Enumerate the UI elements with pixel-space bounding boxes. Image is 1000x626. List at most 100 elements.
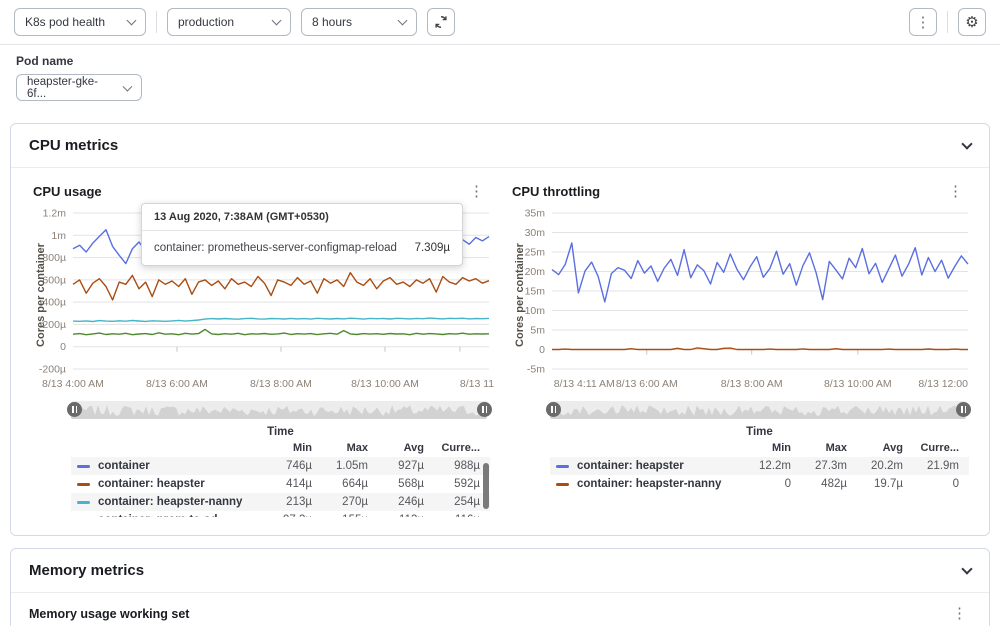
tooltip-timestamp: 13 Aug 2020, 7:38AM (GMT+0530) <box>142 204 462 231</box>
x-axis-tick-label: 8/13 6:00 AM <box>146 378 208 390</box>
x-axis-tick-label: 8/13 11:5 <box>460 378 495 390</box>
brush-handle-right[interactable] <box>956 402 971 417</box>
series-line <box>552 348 968 350</box>
cpu-throttling-menu-button[interactable]: ⋮ <box>944 184 967 199</box>
legend-rows: container746µ1.05m927µ988µcontainer: hea… <box>71 457 490 517</box>
legend-row[interactable]: container: heapster-nanny0482µ19.7µ0 <box>550 475 969 493</box>
brush-handle-right[interactable] <box>477 402 492 417</box>
cpu-usage-block: CPU usage ⋮ Cores per container 1.2m1m80… <box>21 176 500 523</box>
y-axis-tick-label: 35m <box>525 208 546 220</box>
series-color-swatch <box>556 483 569 486</box>
legend-column-headers: MinMaxAvgCurre... <box>71 440 490 457</box>
series-line <box>73 318 489 321</box>
chevron-down-icon <box>123 81 133 91</box>
collapse-chevron-icon[interactable] <box>961 138 972 149</box>
legend-row[interactable]: container: heapster12.2m27.3m20.2m21.9m <box>550 457 969 475</box>
x-axis-tick-label: 8/13 10:00 AM <box>351 378 419 390</box>
dashboard-select-value: K8s pod health <box>25 15 105 29</box>
pod-filter-block: Pod name heapster-gke-6f... <box>0 45 1000 111</box>
y-axis-tick-label: 10m <box>525 305 546 317</box>
refresh-icon <box>434 15 448 29</box>
legend-stat-value: 246µ <box>368 496 424 508</box>
legend-row[interactable]: container: prom-to-sd97.3µ155µ113µ116µ <box>71 511 490 517</box>
x-axis-tick-label: 8/13 4:11 AM <box>554 378 615 390</box>
legend-stat-value: 664µ <box>312 478 368 490</box>
legend-stat-value: 12.2m <box>735 460 791 472</box>
legend-row[interactable]: container746µ1.05m927µ988µ <box>71 457 490 475</box>
legend-series-name: container: heapster-nanny <box>556 478 735 490</box>
legend-time-label: Time <box>550 423 969 440</box>
environment-select-value: production <box>178 15 234 29</box>
cpu-throttling-title: CPU throttling <box>512 184 600 199</box>
y-axis-tick-label: 30m <box>525 227 546 239</box>
series-color-swatch <box>77 465 90 468</box>
legend-column-header: Max <box>312 442 368 454</box>
x-axis-tick-label: 8/13 8:00 AM <box>721 378 783 390</box>
brush-handle-left[interactable] <box>546 402 561 417</box>
x-axis-tick-label: 8/13 12:00 <box>918 378 968 390</box>
cpu-throttling-time-brush[interactable] <box>550 401 967 419</box>
legend-column-header: Avg <box>368 442 424 454</box>
legend-stat-value: 0 <box>903 478 959 490</box>
memory-usage-title: Memory usage working set <box>29 607 189 621</box>
y-axis-tick-label: 25m <box>525 247 546 259</box>
time-range-select[interactable]: 8 hours <box>301 8 417 36</box>
legend-series-name: container: prom-to-sd <box>77 514 256 517</box>
environment-select[interactable]: production <box>167 8 291 36</box>
legend-stat-value: 19.7µ <box>847 478 903 490</box>
legend-stat-value: 27.3m <box>791 460 847 472</box>
legend-row[interactable]: container: heapster-nanny213µ270µ246µ254… <box>71 493 490 511</box>
brush-waveform <box>71 401 487 419</box>
options-menu-button[interactable]: ⋮ <box>909 8 937 36</box>
tooltip-series-label: container: prometheus-server-configmap-r… <box>154 242 397 254</box>
y-axis-tick-label: 1.2m <box>43 208 67 220</box>
legend-stat-value: 746µ <box>256 460 312 472</box>
pod-name-select[interactable]: heapster-gke-6f... <box>16 74 142 101</box>
legend-stat-value: 1.05m <box>312 460 368 472</box>
memory-metrics-header[interactable]: Memory metrics <box>11 549 989 593</box>
legend-stat-value: 568µ <box>368 478 424 490</box>
legend-stat-value: 270µ <box>312 496 368 508</box>
legend-stat-value: 155µ <box>312 514 368 517</box>
legend-column-header: Min <box>735 442 791 454</box>
cpu-throttling-chart[interactable]: 35m30m25m20m15m10m5m0-5m8/13 4:11 AM8/13… <box>508 203 974 395</box>
series-line <box>73 273 489 300</box>
cpu-throttling-block: CPU throttling ⋮ Cores per container 35m… <box>500 176 979 523</box>
legend-time-label: Time <box>71 423 490 440</box>
dashboard-select[interactable]: K8s pod health <box>14 8 146 36</box>
refresh-button[interactable] <box>427 8 455 36</box>
legend-scrollbar-thumb[interactable] <box>483 463 489 509</box>
legend-column-header: Curre... <box>424 442 480 454</box>
cpu-throttling-ylabel: Cores per container <box>514 225 526 365</box>
legend-stat-value: 592µ <box>424 478 480 490</box>
legend-stat-value: 482µ <box>791 478 847 490</box>
cpu-metrics-header[interactable]: CPU metrics <box>11 124 989 168</box>
cpu-metrics-title: CPU metrics <box>29 137 118 154</box>
legend-series-name: container: heapster <box>77 478 256 490</box>
y-axis-tick-label: 5m <box>530 325 545 337</box>
brush-handle-left[interactable] <box>67 402 82 417</box>
cpu-usage-menu-button[interactable]: ⋮ <box>465 184 488 199</box>
tooltip-series-value: 7.309µ <box>415 242 450 254</box>
legend-column-header: Max <box>791 442 847 454</box>
cpu-usage-time-brush[interactable] <box>71 401 488 419</box>
y-axis-tick-label: -200µ <box>39 364 66 376</box>
brush-waveform <box>550 401 966 419</box>
memory-usage-menu-button[interactable]: ⋮ <box>948 606 971 621</box>
legend-column-header: Curre... <box>903 442 959 454</box>
legend-series-name: container: heapster-nanny <box>77 496 256 508</box>
x-axis-tick-label: 8/13 10:00 AM <box>824 378 892 390</box>
memory-usage-head: Memory usage working set ⋮ <box>11 593 989 626</box>
cpu-metrics-body: CPU usage ⋮ Cores per container 1.2m1m80… <box>11 168 989 535</box>
legend-row[interactable]: container: heapster414µ664µ568µ592µ <box>71 475 490 493</box>
legend-stat-value: 0 <box>735 478 791 490</box>
collapse-chevron-icon[interactable] <box>961 563 972 574</box>
legend-series-name: container: heapster <box>556 460 735 472</box>
settings-button[interactable]: ⚙ <box>958 8 986 36</box>
chevron-down-icon <box>127 16 137 26</box>
legend-stat-value: 988µ <box>424 460 480 472</box>
series-line <box>73 329 489 334</box>
cpu-throttling-head: CPU throttling ⋮ <box>508 182 971 203</box>
cpu-usage-plot-wrap: Cores per container 1.2m1m800µ600µ400µ20… <box>29 203 492 395</box>
x-axis-tick-label: 8/13 4:00 AM <box>42 378 104 390</box>
